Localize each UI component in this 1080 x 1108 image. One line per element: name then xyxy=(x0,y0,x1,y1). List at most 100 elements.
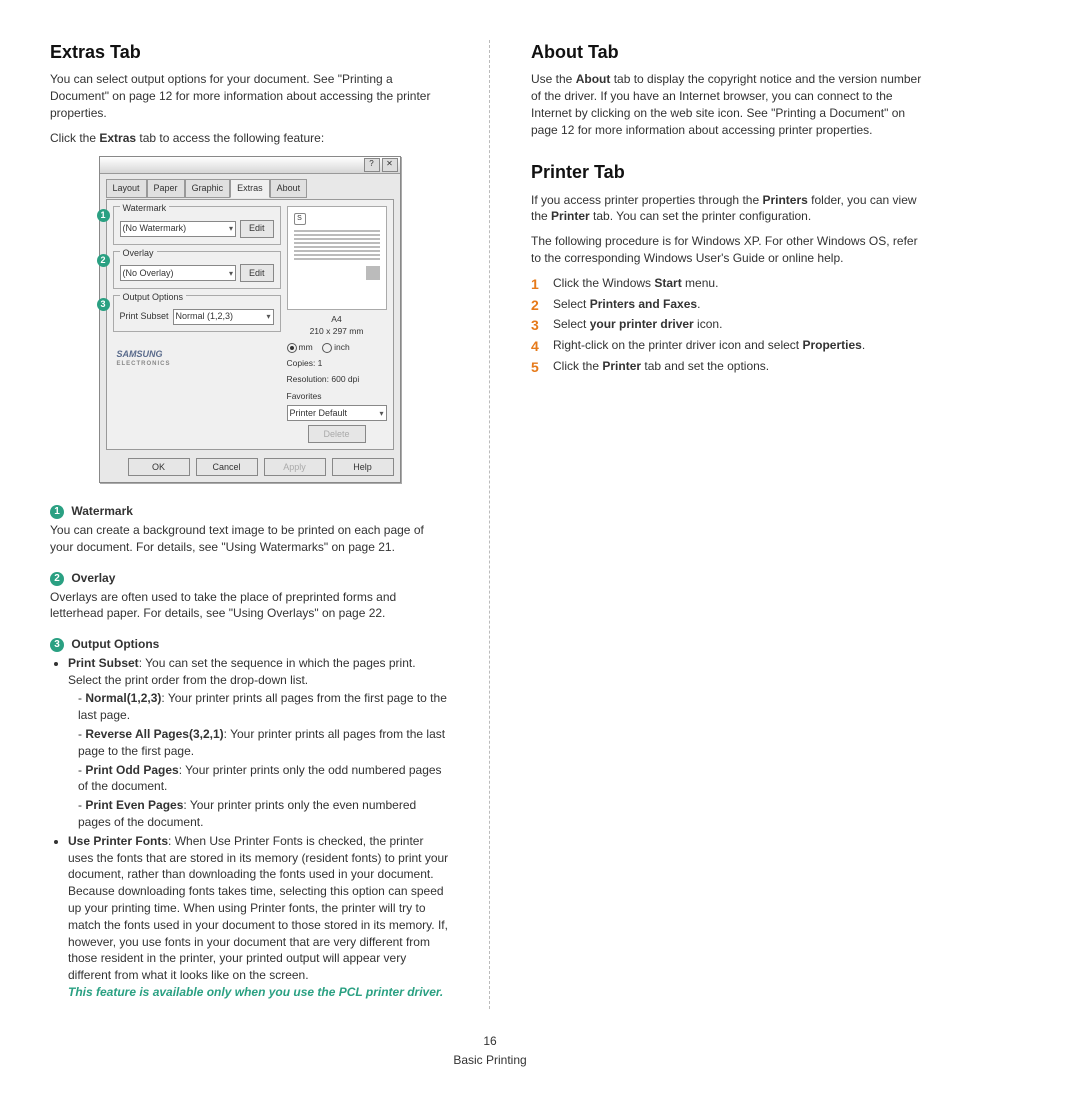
marker-2: 2 xyxy=(97,254,110,267)
preview-size: A4 210 x 297 mm xyxy=(287,314,387,338)
print-subset-value: Normal (1,2,3) xyxy=(176,310,234,323)
callout-overlay: 2 Overlay xyxy=(50,570,449,587)
copies-info: Copies: 1 xyxy=(287,358,387,370)
bold-your-printer-driver: your printer driver xyxy=(590,317,694,331)
ok-button[interactable]: OK xyxy=(128,458,190,476)
column-divider xyxy=(489,40,491,1009)
bold-extras: Extras xyxy=(99,131,136,145)
step-5: 5 Click the Printer tab and set the opti… xyxy=(531,358,930,375)
overlay-value: (No Overlay) xyxy=(123,267,174,280)
overlay-dropdown[interactable]: (No Overlay) xyxy=(120,265,236,281)
help-icon[interactable]: ? xyxy=(364,158,380,172)
text: Click the Windows xyxy=(553,276,654,290)
tab-graphic[interactable]: Graphic xyxy=(185,179,231,198)
heading-about-tab: About Tab xyxy=(531,40,930,65)
bold-properties: Properties xyxy=(802,338,861,352)
bold-print-subset: Print Subset xyxy=(68,656,139,670)
tab-layout[interactable]: Layout xyxy=(106,179,147,198)
radio-inch[interactable] xyxy=(322,343,332,353)
bold: Reverse All Pages(3,2,1) xyxy=(85,727,223,741)
brand-text: SAMSUNG xyxy=(117,349,163,359)
bullet-print-subset: Print Subset: You can set the sequence i… xyxy=(68,655,449,831)
bold-printer: Printer xyxy=(551,209,590,223)
dash-odd: Print Odd Pages: Your printer prints onl… xyxy=(78,762,449,796)
text: . xyxy=(862,338,865,352)
heading-printer-tab: Printer Tab xyxy=(531,160,930,185)
intro-paragraph-1: You can select output options for your d… xyxy=(50,71,449,121)
callout-body-watermark: You can create a background text image t… xyxy=(50,522,449,556)
dialog-titlebar: ? ✕ xyxy=(100,157,400,174)
output-options-fieldset: 3 Output Options Print Subset Normal (1,… xyxy=(113,295,281,332)
dash-reverse: Reverse All Pages(3,2,1): Your printer p… xyxy=(78,726,449,760)
dash-even: Print Even Pages: Your printer prints on… xyxy=(78,797,449,831)
text: menu. xyxy=(682,276,719,290)
page-number: 16 xyxy=(50,1033,930,1050)
bold-use-printer-fonts: Use Printer Fonts xyxy=(68,834,168,848)
callout-title-watermark: Watermark xyxy=(71,504,133,518)
marker-3: 3 xyxy=(97,298,110,311)
close-icon[interactable]: ✕ xyxy=(382,158,398,172)
heading-extras-tab: Extras Tab xyxy=(50,40,449,65)
overlay-edit-button[interactable]: Edit xyxy=(240,264,274,282)
bold-printers-faxes: Printers and Faxes xyxy=(590,297,697,311)
watermark-edit-button[interactable]: Edit xyxy=(240,220,274,238)
resolution-info: Resolution: 600 dpi xyxy=(287,374,387,386)
text: tab and set the options. xyxy=(641,359,769,373)
watermark-legend: Watermark xyxy=(120,203,170,213)
favorites-dropdown[interactable]: Printer Default xyxy=(287,405,387,421)
bold-about: About xyxy=(576,72,611,86)
callout-num-3: 3 xyxy=(50,638,64,652)
overlay-legend: Overlay xyxy=(120,248,157,258)
radio-mm[interactable] xyxy=(287,343,297,353)
print-subset-label: Print Subset xyxy=(120,310,169,323)
favorites-value: Printer Default xyxy=(290,407,348,420)
text: icon. xyxy=(694,317,723,331)
favorites-label: Favorites xyxy=(287,391,387,403)
step-4: 4 Right-click on the printer driver icon… xyxy=(531,337,930,354)
favorites-delete-button[interactable]: Delete xyxy=(308,425,366,443)
preview-logo-icon: S xyxy=(294,213,306,225)
overlay-fieldset: 2 Overlay (No Overlay) Edit xyxy=(113,251,281,290)
text: Select xyxy=(553,317,590,331)
text: tab to access the following feature: xyxy=(136,131,324,145)
apply-button[interactable]: Apply xyxy=(264,458,326,476)
printer-p2: The following procedure is for Windows X… xyxy=(531,233,930,267)
help-button[interactable]: Help xyxy=(332,458,394,476)
bold: Normal(1,2,3) xyxy=(85,691,161,705)
tab-extras[interactable]: Extras xyxy=(230,179,270,198)
callout-num-2: 2 xyxy=(50,572,64,586)
bullet-use-printer-fonts: Use Printer Fonts: When Use Printer Font… xyxy=(68,833,449,1001)
step-3: 3 Select your printer driver icon. xyxy=(531,316,930,333)
intro-paragraph-2: Click the Extras tab to access the follo… xyxy=(50,130,449,147)
brand-subtext: ELECTRONICS xyxy=(117,360,281,368)
brand-logo: SAMSUNG ELECTRONICS xyxy=(113,338,281,373)
bold: Print Even Pages xyxy=(85,798,183,812)
pcl-note: This feature is available only when you … xyxy=(68,984,449,1001)
callout-output-options: 3 Output Options xyxy=(50,636,449,653)
cancel-button[interactable]: Cancel xyxy=(196,458,258,476)
printer-p1: If you access printer properties through… xyxy=(531,192,930,226)
dialog-tabs: Layout Paper Graphic Extras About xyxy=(106,178,394,197)
text: tab. You can set the printer configurati… xyxy=(590,209,811,223)
marker-1: 1 xyxy=(97,209,110,222)
step-2: 2 Select Printers and Faxes. xyxy=(531,296,930,313)
section-title: Basic Printing xyxy=(50,1052,930,1069)
text: Select xyxy=(553,297,590,311)
unit-inch-label: inch xyxy=(334,342,350,352)
watermark-dropdown[interactable]: (No Watermark) xyxy=(120,221,236,237)
watermark-fieldset: 1 Watermark (No Watermark) Edit xyxy=(113,206,281,245)
text: Click the xyxy=(50,131,99,145)
callout-title-output-options: Output Options xyxy=(71,637,159,651)
callout-watermark: 1 Watermark xyxy=(50,503,449,520)
bold: Print Odd Pages xyxy=(85,763,178,777)
callout-num-1: 1 xyxy=(50,505,64,519)
bold-printer-tab: Printer xyxy=(602,359,641,373)
output-legend: Output Options xyxy=(120,292,187,302)
bold-start: Start xyxy=(654,276,681,290)
tab-paper[interactable]: Paper xyxy=(147,179,185,198)
print-subset-dropdown[interactable]: Normal (1,2,3) xyxy=(173,309,274,325)
tab-about[interactable]: About xyxy=(270,179,308,198)
text: Use the xyxy=(531,72,576,86)
unit-selector: mm inch xyxy=(287,342,387,354)
step-1: 1 Click the Windows Start menu. xyxy=(531,275,930,292)
